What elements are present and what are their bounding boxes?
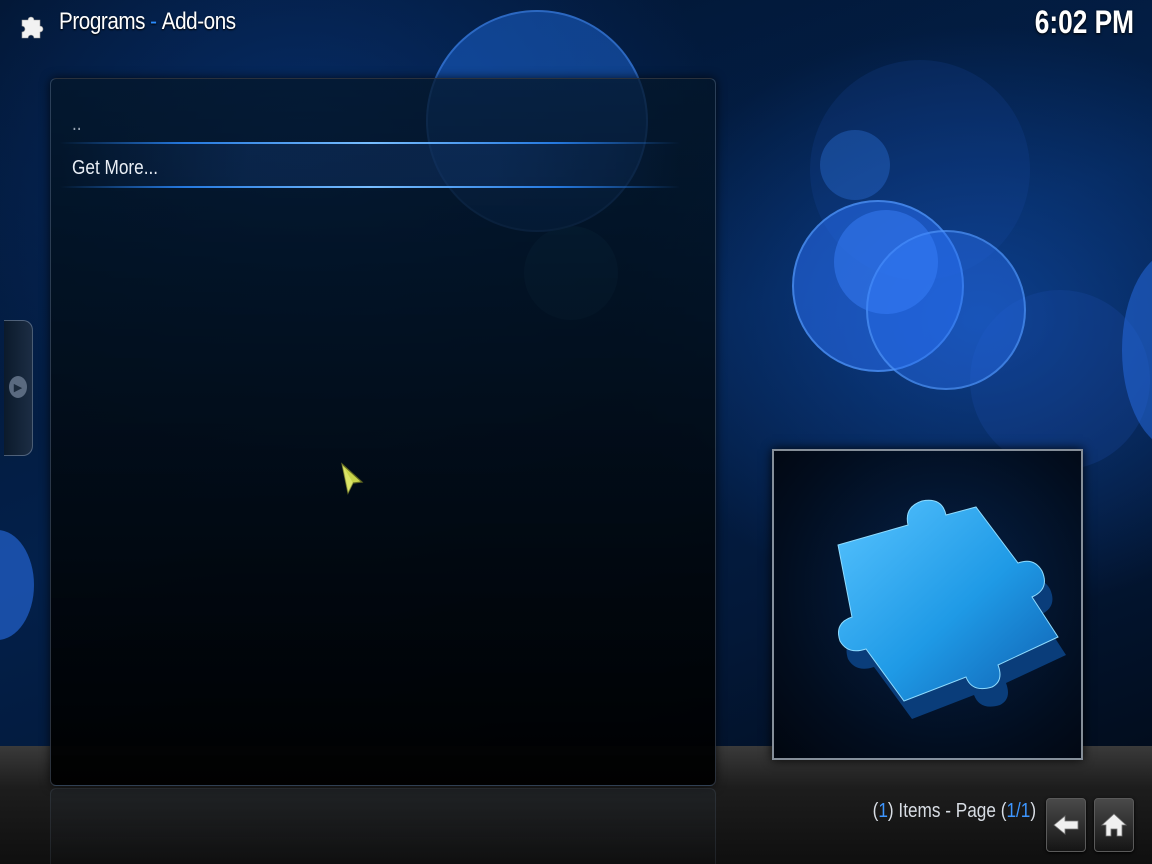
list-item-get-more[interactable]: Get More... bbox=[62, 146, 684, 190]
items-page-info: (1) Items - Page (1/1) bbox=[872, 800, 1036, 822]
list-item-label: .. bbox=[72, 112, 82, 135]
list-item-parent-folder[interactable]: .. bbox=[62, 102, 684, 146]
breadcrumb-separator: - bbox=[150, 8, 157, 35]
addon-thumbnail bbox=[772, 449, 1083, 760]
back-arrow-icon bbox=[1053, 815, 1079, 835]
list-item-label: Get More... bbox=[72, 156, 159, 179]
puzzle-piece-thumbnail bbox=[837, 499, 1066, 719]
mouse-cursor-icon bbox=[340, 462, 366, 496]
breadcrumb-section: Programs bbox=[59, 8, 146, 35]
clock: 6:02 PM bbox=[1034, 4, 1134, 40]
item-count: 1 bbox=[878, 800, 888, 822]
chevron-right-icon[interactable]: ▶ bbox=[9, 376, 27, 398]
puzzle-icon bbox=[18, 11, 48, 41]
breadcrumb-subsection: Add-ons bbox=[161, 8, 236, 35]
page-number: 1/1 bbox=[1006, 800, 1031, 822]
list-panel-reflection bbox=[50, 788, 716, 864]
kodi-screen: Programs - Add-ons 6:02 PM ▶ .. Get More..… bbox=[0, 0, 1152, 864]
breadcrumb: Programs - Add-ons bbox=[59, 8, 236, 36]
items-page-label: Items - Page bbox=[898, 800, 996, 822]
home-button[interactable] bbox=[1094, 798, 1134, 852]
back-button[interactable] bbox=[1046, 798, 1086, 852]
home-icon bbox=[1100, 813, 1128, 837]
